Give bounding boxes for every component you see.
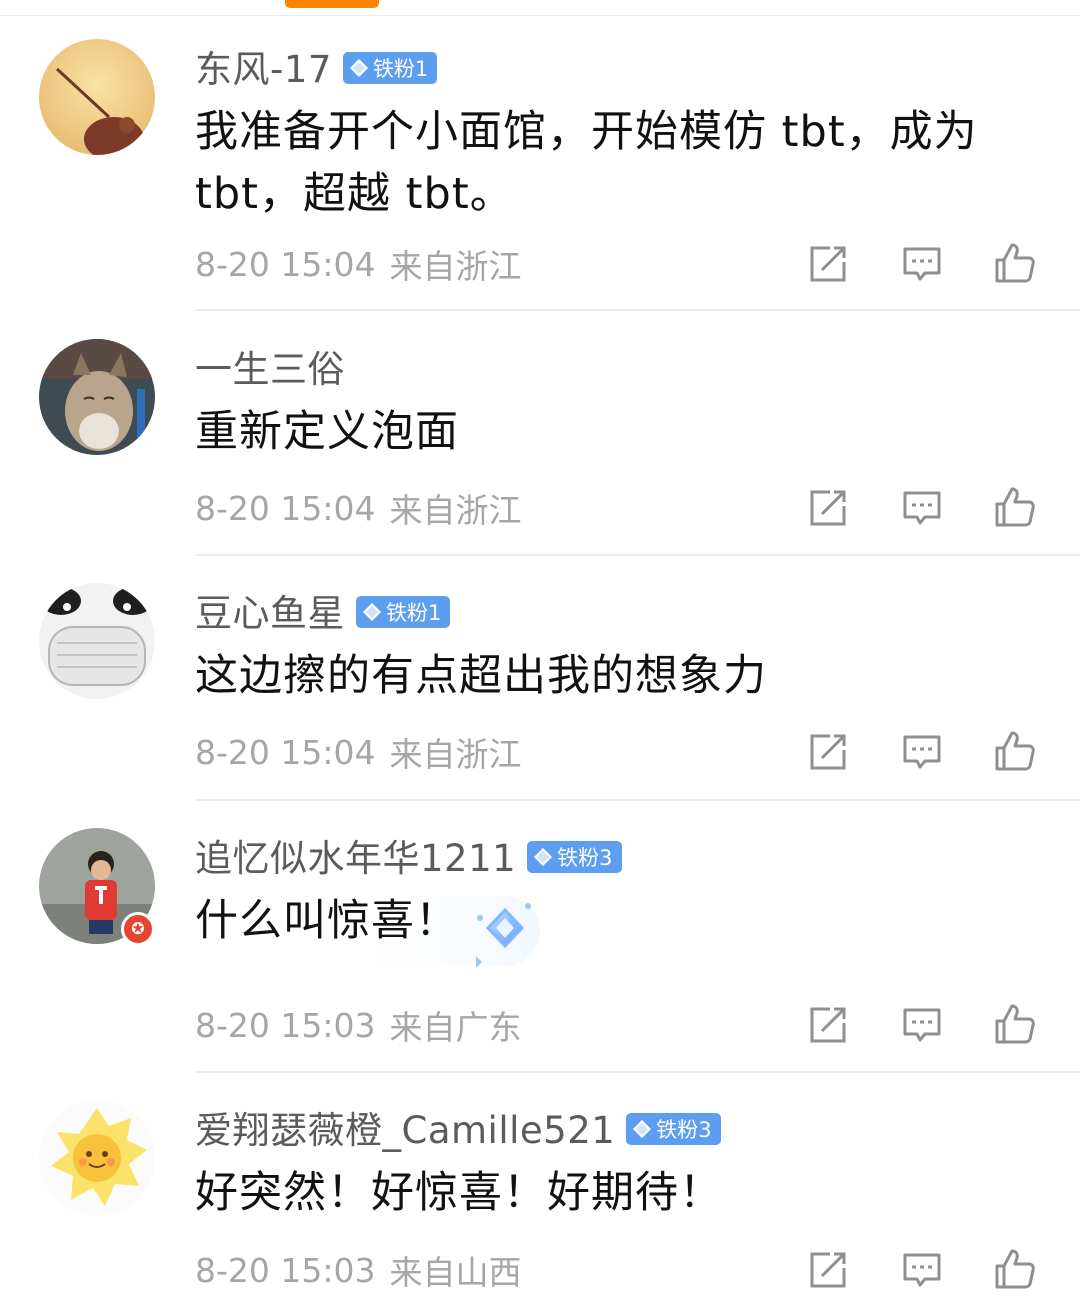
username[interactable]: 爱翔瑟薇橙_Camille521 xyxy=(195,1100,615,1154)
comment-bubble-icon[interactable] xyxy=(900,1248,944,1292)
comment-bubble-icon[interactable] xyxy=(900,730,944,774)
comment-meta: 8-20 15:03 来自山西 xyxy=(195,1248,522,1293)
header-divider xyxy=(0,15,1080,16)
comment-item: 豆心鱼星 铁粉1 这边擦的有点超出我的想象力 8-20 15:04 来自浙江 xyxy=(0,583,1080,801)
comment-location: 来自浙江 xyxy=(389,247,522,286)
share-edit-icon[interactable] xyxy=(806,486,850,530)
comment-bubble-icon[interactable] xyxy=(900,1003,944,1047)
comment-text: 好突然！好惊喜！好期待！ xyxy=(195,1168,723,1218)
fan-badge: 铁粉3 xyxy=(626,1113,721,1145)
fan-badge-label: 铁粉1 xyxy=(372,57,429,81)
fan-badge-label: 铁粉1 xyxy=(386,601,442,625)
comment-item: 一生三俗 重新定义泡面 8-20 15:04 来自浙江 xyxy=(0,339,1080,556)
diamond-gem-icon xyxy=(362,602,382,622)
fan-badge-label: 铁粉3 xyxy=(557,846,613,870)
comment-text: 这边擦的有点超出我的想象力 xyxy=(195,651,767,701)
divider xyxy=(195,554,1080,556)
avatar[interactable] xyxy=(39,339,155,455)
username[interactable]: 东风-17 xyxy=(195,39,332,93)
comment-location: 来自广东 xyxy=(389,1008,522,1047)
comment-text: 什么叫惊喜！ xyxy=(195,896,459,946)
comment-bubble-icon[interactable] xyxy=(900,486,944,530)
comment-location: 来自浙江 xyxy=(389,735,522,774)
name-row: 爱翔瑟薇橙_Camille521 铁粉3 xyxy=(195,1100,721,1154)
comment-time: 8-20 15:03 xyxy=(195,1250,376,1290)
avatar[interactable] xyxy=(39,39,155,155)
comment-meta: 8-20 15:03 来自广东 xyxy=(195,1003,522,1048)
fan-badge: 铁粉3 xyxy=(527,841,622,873)
comment-item: 东风-17 铁粉1 我准备开个小面馆，开始模仿 tbt，成为 tbt，超越 tb… xyxy=(0,39,1080,311)
comment-time: 8-20 15:04 xyxy=(195,488,376,528)
share-edit-icon[interactable] xyxy=(806,730,850,774)
share-edit-icon[interactable] xyxy=(806,1003,850,1047)
name-row: 一生三俗 xyxy=(195,339,345,393)
fan-badge-label: 铁粉3 xyxy=(656,1118,712,1142)
diamond-gem-icon xyxy=(632,1119,652,1139)
comment-location: 来自浙江 xyxy=(389,491,522,530)
verified-star-badge: ✪ xyxy=(121,912,155,946)
share-edit-icon[interactable] xyxy=(806,242,850,286)
thumbs-up-icon[interactable] xyxy=(993,1002,1037,1046)
comment-time: 8-20 15:03 xyxy=(195,1005,376,1045)
comment-location: 来自山西 xyxy=(389,1253,522,1292)
avatar[interactable] xyxy=(39,1100,155,1216)
comment-meta: 8-20 15:04 来自浙江 xyxy=(195,730,522,775)
name-row: 东风-17 铁粉1 xyxy=(195,39,438,93)
username[interactable]: 一生三俗 xyxy=(195,339,345,393)
name-row: 豆心鱼星 铁粉1 xyxy=(195,583,451,637)
comment-meta: 8-20 15:04 来自浙江 xyxy=(195,242,522,287)
comment-meta: 8-20 15:04 来自浙江 xyxy=(195,486,522,531)
diamond-gem-icon xyxy=(533,847,553,867)
name-row: 追忆似水年华1211 铁粉3 xyxy=(195,828,622,882)
thumbs-up-icon[interactable] xyxy=(993,485,1037,529)
comment-item: 爱翔瑟薇橙_Camille521 铁粉3 好突然！好惊喜！好期待！ 8-20 1… xyxy=(0,1100,1080,1300)
divider xyxy=(195,799,1080,801)
comment-time: 8-20 15:04 xyxy=(195,244,376,284)
fan-badge: 铁粉1 xyxy=(342,52,438,84)
comment-text: 我准备开个小面馆，开始模仿 tbt，成为 tbt，超越 tbt。 xyxy=(195,107,978,219)
comment-time: 8-20 15:04 xyxy=(195,732,376,772)
avatar[interactable] xyxy=(39,583,155,699)
thumbs-up-icon[interactable] xyxy=(993,241,1037,285)
diamond-gem-icon xyxy=(349,58,369,78)
active-tab-indicator xyxy=(285,0,379,8)
comment-text: 重新定义泡面 xyxy=(195,407,459,457)
thumbs-up-icon[interactable] xyxy=(993,1247,1037,1291)
comment-item: ✪ 追忆似水年华1211 铁粉3 什么叫惊喜！ 8-20 15:03 来自广东 xyxy=(0,828,1080,1073)
divider xyxy=(195,1071,1080,1073)
fan-badge: 铁粉1 xyxy=(356,596,451,628)
share-edit-icon[interactable] xyxy=(806,1248,850,1292)
comment-bubble-icon[interactable] xyxy=(900,242,944,286)
username[interactable]: 豆心鱼星 xyxy=(195,583,345,637)
thumbs-up-icon[interactable] xyxy=(993,729,1037,773)
username[interactable]: 追忆似水年华1211 xyxy=(195,828,516,882)
divider xyxy=(195,309,1080,311)
